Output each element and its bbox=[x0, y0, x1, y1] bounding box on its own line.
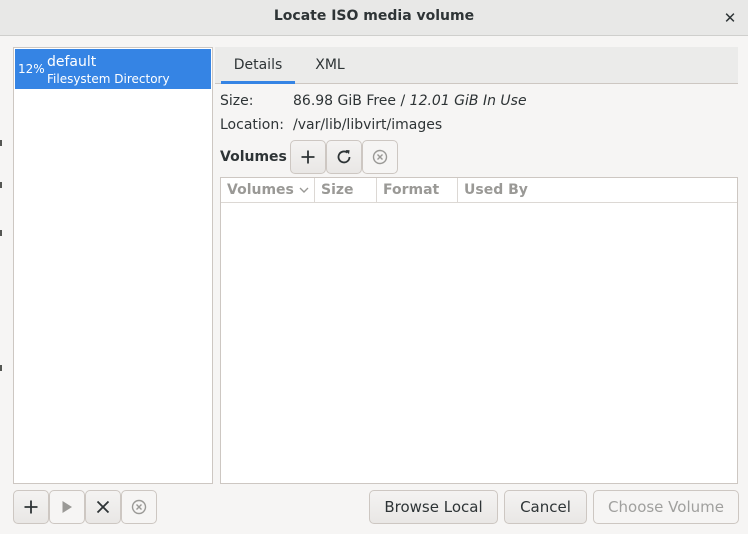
size-free: 86.98 GiB Free bbox=[293, 93, 397, 109]
pool-toolbar bbox=[13, 490, 157, 524]
background-edge bbox=[0, 230, 2, 236]
size-separator: / bbox=[396, 93, 410, 109]
title-bar: Locate ISO media volume ✕ bbox=[0, 0, 748, 36]
column-header-used-by[interactable]: Used By bbox=[458, 178, 748, 203]
tab-details[interactable]: Details bbox=[221, 47, 295, 84]
pool-row-default[interactable]: 12% default Filesystem Directory bbox=[15, 49, 211, 89]
column-header-size[interactable]: Size bbox=[315, 178, 377, 203]
pool-usage: 12% bbox=[18, 62, 45, 76]
column-header-volumes[interactable]: Volumes bbox=[221, 178, 315, 203]
delete-volume-button[interactable] bbox=[362, 140, 398, 174]
column-header-format[interactable]: Format bbox=[377, 178, 458, 203]
background-edge bbox=[0, 182, 2, 188]
size-in-use: 12.01 GiB In Use bbox=[409, 93, 527, 109]
window-title: Locate ISO media volume bbox=[273, 8, 475, 24]
volume-table[interactable]: Volumes Size Format Used By bbox=[220, 177, 738, 484]
refresh-icon bbox=[337, 150, 351, 164]
location-label: Location: bbox=[220, 117, 284, 133]
browse-local-button[interactable]: Browse Local bbox=[369, 490, 498, 524]
stop-pool-button[interactable] bbox=[85, 490, 121, 524]
choose-volume-button[interactable]: Choose Volume bbox=[593, 490, 739, 524]
add-icon bbox=[24, 500, 38, 514]
volume-table-header: Volumes Size Format Used By bbox=[221, 178, 737, 203]
background-edge bbox=[0, 140, 2, 146]
tab-xml[interactable]: XML bbox=[303, 47, 357, 84]
delete-icon bbox=[372, 149, 388, 165]
cancel-button[interactable]: Cancel bbox=[504, 490, 587, 524]
add-volume-button[interactable] bbox=[290, 140, 326, 174]
stop-icon bbox=[96, 500, 110, 514]
delete-icon bbox=[131, 499, 147, 515]
volumes-heading: Volumes bbox=[220, 149, 287, 165]
size-value: 86.98 GiB Free / 12.01 GiB In Use bbox=[293, 93, 527, 109]
background-edge bbox=[0, 365, 2, 371]
play-icon bbox=[62, 501, 72, 513]
add-pool-button[interactable] bbox=[13, 490, 49, 524]
tab-bar: Details XML bbox=[215, 47, 738, 84]
delete-pool-button[interactable] bbox=[121, 490, 157, 524]
pool-type: Filesystem Directory bbox=[47, 72, 170, 86]
refresh-volumes-button[interactable] bbox=[326, 140, 362, 174]
close-button[interactable]: ✕ bbox=[718, 6, 742, 30]
size-label: Size: bbox=[220, 93, 254, 109]
start-pool-button[interactable] bbox=[49, 490, 85, 524]
volume-toolbar bbox=[290, 140, 398, 174]
pool-details-pane: Details XML Size: 86.98 GiB Free / 12.01… bbox=[215, 47, 738, 485]
pool-name: default bbox=[47, 54, 97, 70]
pool-list[interactable]: 12% default Filesystem Directory bbox=[13, 47, 213, 484]
add-icon bbox=[301, 150, 315, 164]
location-value: /var/lib/libvirt/images bbox=[293, 117, 443, 133]
sort-descending-icon bbox=[299, 187, 309, 193]
